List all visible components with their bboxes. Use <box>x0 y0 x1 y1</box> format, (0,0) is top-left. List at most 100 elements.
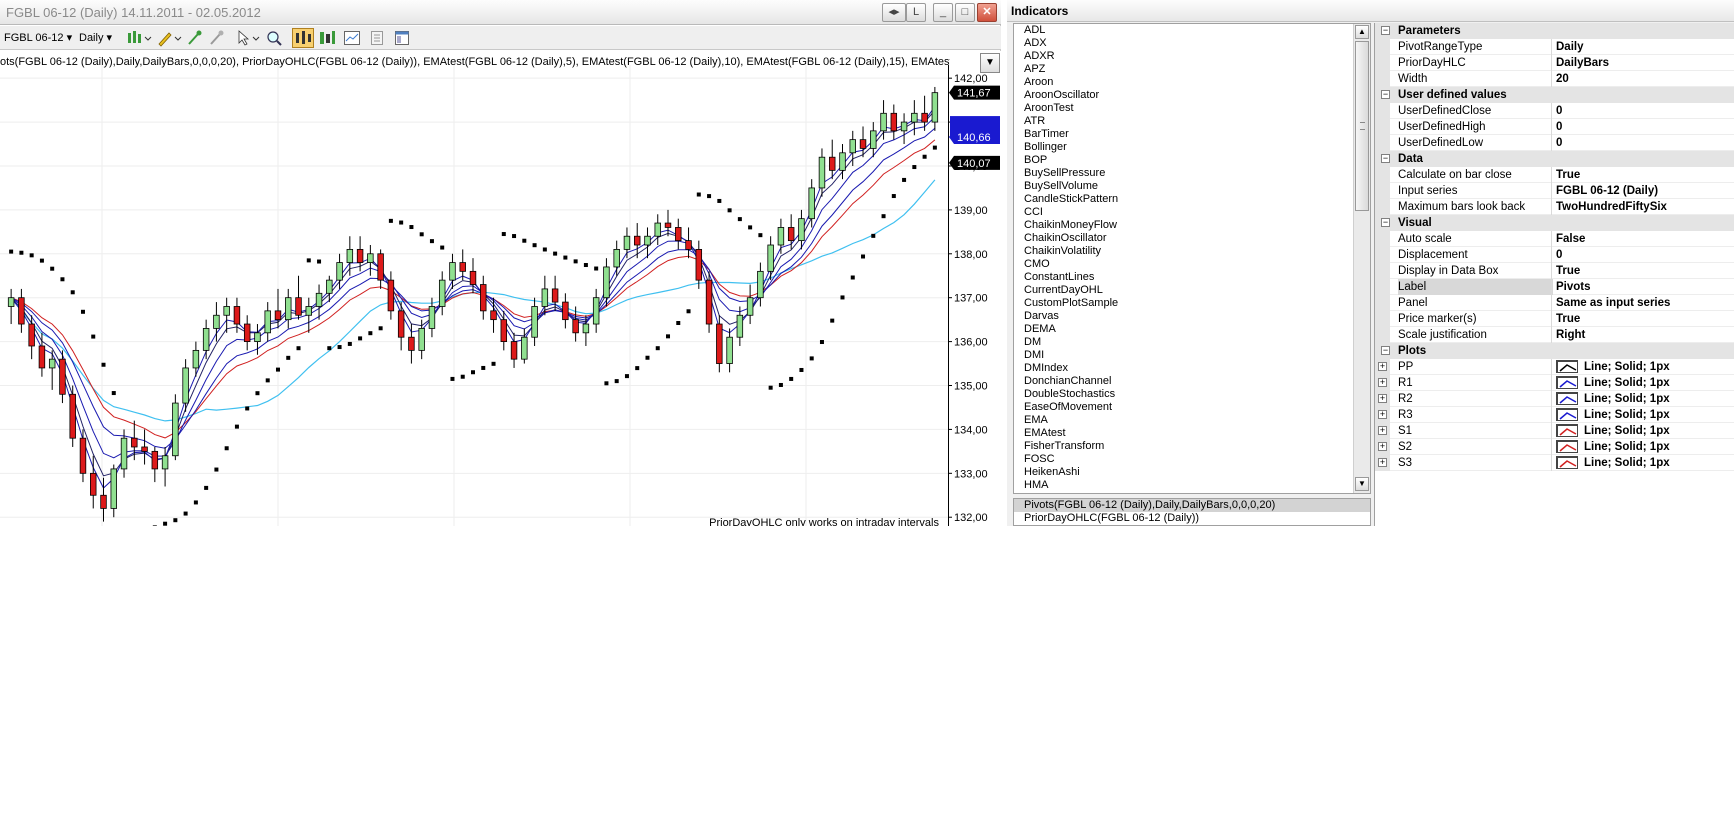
indicator-item[interactable]: AroonTest <box>1014 102 1370 115</box>
candle-up[interactable] <box>839 152 846 171</box>
data-box-icon[interactable] <box>368 29 386 47</box>
indicator-item[interactable]: ADL <box>1014 24 1370 37</box>
collapse-icon[interactable]: − <box>1381 346 1390 355</box>
collapse-icon[interactable]: − <box>1381 154 1390 163</box>
property-value[interactable]: TwoHundredFiftySix <box>1551 199 1734 215</box>
indicator-item[interactable]: DMI <box>1014 349 1370 362</box>
price-chart[interactable]: 142,00141,00140,00139,00138,00137,00136,… <box>0 51 1001 526</box>
property-row[interactable]: Input series FGBL 06-12 (Daily) <box>1375 183 1734 199</box>
link-button[interactable]: L <box>906 3 926 22</box>
candle-down[interactable] <box>716 323 723 364</box>
property-grid[interactable]: − Parameters PivotRangeType Daily PriorDayHL… <box>1374 23 1734 526</box>
indicator-item[interactable]: ChaikinVolatility <box>1014 245 1370 258</box>
indicator-item[interactable]: DEMA <box>1014 323 1370 336</box>
candle-up[interactable] <box>521 336 528 360</box>
indicator-item[interactable]: BuySellPressure <box>1014 167 1370 180</box>
collapse-icon[interactable]: − <box>1381 26 1390 35</box>
property-row[interactable]: PivotRangeType Daily <box>1375 39 1734 55</box>
indicator-item[interactable]: FOSC <box>1014 453 1370 466</box>
indicator-item[interactable]: CandleStickPattern <box>1014 193 1370 206</box>
property-row[interactable]: Label Pivots <box>1375 279 1734 295</box>
property-row[interactable]: Width 20 <box>1375 71 1734 87</box>
candle-down[interactable] <box>480 284 487 312</box>
property-value[interactable]: FGBL 06-12 (Daily) <box>1551 183 1734 199</box>
close-button[interactable]: ✕ <box>977 3 997 22</box>
candle-up[interactable] <box>182 367 189 404</box>
candle-down[interactable] <box>695 248 703 281</box>
zoom-icon[interactable] <box>265 29 283 47</box>
candle-down[interactable] <box>59 358 66 395</box>
candle-up[interactable] <box>870 130 877 149</box>
chart-title-bar[interactable]: FGBL 06-12 (Daily) 14.11.2011 - 02.05.20… <box>0 0 1001 25</box>
property-value[interactable]: 20 <box>1551 71 1734 87</box>
applied-indicators-list[interactable]: Pivots(FGBL 06-12 (Daily),Daily,DailyBar… <box>1013 498 1371 526</box>
candle-up[interactable] <box>931 92 939 123</box>
candle-up[interactable] <box>541 288 549 307</box>
indicator-item[interactable]: DoubleStochastics <box>1014 388 1370 401</box>
property-value[interactable]: True <box>1551 167 1734 183</box>
candle-down[interactable] <box>459 262 466 272</box>
expand-icon[interactable]: + <box>1378 442 1387 451</box>
candle-up[interactable] <box>428 306 436 329</box>
property-value[interactable]: 0 <box>1551 119 1734 135</box>
property-row[interactable]: Panel Same as input series <box>1375 295 1734 311</box>
candle-up[interactable] <box>110 468 117 509</box>
candle-down[interactable] <box>664 222 672 228</box>
property-value[interactable]: 0 <box>1551 247 1734 263</box>
candle-up[interactable] <box>305 306 313 316</box>
candle-up[interactable] <box>726 336 733 364</box>
indicator-item[interactable]: EaseOfMovement <box>1014 401 1370 414</box>
candle-up[interactable] <box>192 349 200 369</box>
candle-down[interactable] <box>500 319 508 342</box>
candle-down[interactable] <box>90 472 97 496</box>
candle-down[interactable] <box>377 253 384 281</box>
candle-up[interactable] <box>818 156 826 189</box>
property-value[interactable]: Line; Solid; 1px <box>1551 391 1734 407</box>
candle-down[interactable] <box>131 437 138 448</box>
indicator-item[interactable]: CurrentDayOHL <box>1014 284 1370 297</box>
candle-down[interactable] <box>705 279 713 325</box>
property-row[interactable]: Scale justification Right <box>1375 327 1734 343</box>
candle-down[interactable] <box>79 437 87 474</box>
candle-up[interactable] <box>7 297 15 307</box>
property-row[interactable]: Displacement 0 <box>1375 247 1734 263</box>
candle-up[interactable] <box>900 121 908 132</box>
property-row[interactable]: + S2 Line; Solid; 1px <box>1375 439 1734 455</box>
candle-down[interactable] <box>675 227 682 242</box>
property-row[interactable]: + R3 Line; Solid; 1px <box>1375 407 1734 423</box>
candle-up[interactable] <box>849 139 856 154</box>
candle-up[interactable] <box>161 455 169 470</box>
expand-icon[interactable]: + <box>1378 426 1387 435</box>
scroll-thumb[interactable] <box>1355 41 1369 211</box>
candle-down[interactable] <box>921 112 928 123</box>
property-value[interactable]: 0 <box>1551 103 1734 119</box>
candle-up[interactable] <box>326 279 333 294</box>
candle-down[interactable] <box>233 306 241 325</box>
candle-down[interactable] <box>18 297 25 325</box>
candle-up[interactable] <box>592 297 600 325</box>
chart-properties-icon[interactable] <box>343 29 361 47</box>
property-value[interactable]: False <box>1551 231 1734 247</box>
candle-down[interactable] <box>69 393 76 439</box>
property-value[interactable]: True <box>1551 263 1734 279</box>
candle-up[interactable] <box>336 262 343 281</box>
candle-down[interactable] <box>633 235 641 246</box>
candle-down[interactable] <box>685 240 692 250</box>
expand-icon[interactable]: + <box>1378 410 1387 419</box>
property-value[interactable]: Line; Solid; 1px <box>1551 455 1734 471</box>
candle-down[interactable] <box>562 301 569 321</box>
property-value[interactable]: Line; Solid; 1px <box>1551 407 1734 423</box>
candle-up[interactable] <box>264 310 271 334</box>
bar-type-icon[interactable] <box>126 29 152 47</box>
remove-drawing-icon[interactable] <box>208 29 226 47</box>
candle-up[interactable] <box>285 297 292 321</box>
cursor-icon[interactable] <box>236 29 262 47</box>
candle-down[interactable] <box>408 336 415 351</box>
candle-up[interactable] <box>746 297 754 316</box>
applied-indicator-item[interactable]: PriorDayOHLC(FGBL 06-12 (Daily)) <box>1014 512 1370 525</box>
candle-down[interactable] <box>469 270 477 285</box>
property-category[interactable]: − Parameters <box>1375 23 1734 39</box>
nav-arrows-button[interactable]: ◂▸ <box>882 3 906 22</box>
candle-up[interactable] <box>798 218 805 242</box>
property-row[interactable]: + S3 Line; Solid; 1px <box>1375 455 1734 471</box>
